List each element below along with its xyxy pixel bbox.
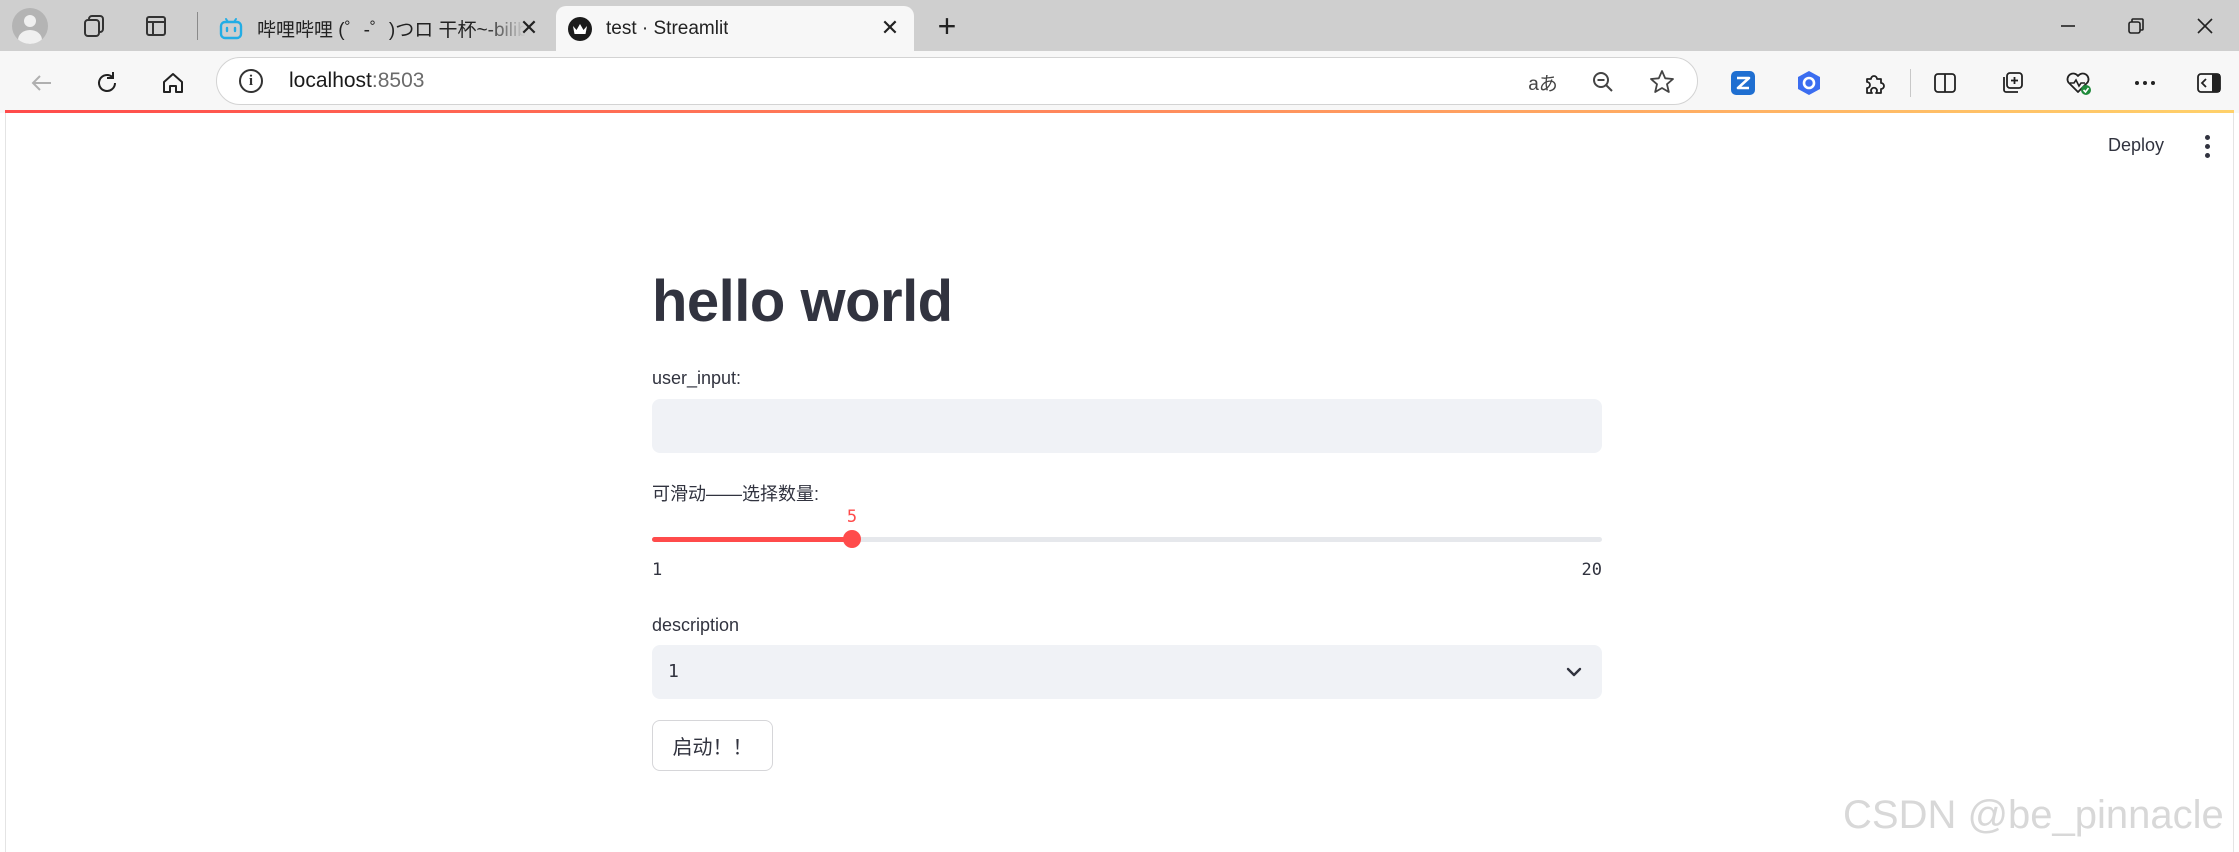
streamlit-icon [568, 16, 592, 41]
zotero-icon [1731, 71, 1755, 95]
extension-hex-button[interactable] [1791, 65, 1827, 101]
close-icon [2197, 17, 2213, 34]
slider-fill [652, 537, 852, 542]
slider-track[interactable] [652, 537, 1602, 542]
vertical-tabs-button[interactable] [136, 8, 176, 44]
puzzle-icon [1866, 75, 1885, 94]
split-screen-icon [1934, 73, 1956, 93]
user-input-field[interactable] [652, 399, 1602, 453]
profile-avatar[interactable] [10, 8, 50, 44]
reload-button[interactable] [87, 63, 127, 103]
home-icon [163, 73, 183, 93]
navigation-toolbar: i localhost:8503 aあ [0, 51, 2239, 113]
tab-streamlit[interactable]: test · Streamlit ✕ [556, 6, 914, 51]
deploy-button[interactable]: Deploy [2108, 135, 2164, 156]
settings-more-button[interactable] [2127, 65, 2163, 101]
site-info-icon[interactable]: i [239, 69, 263, 93]
start-button[interactable]: 启动！！ [652, 720, 773, 771]
url-port: :8503 [371, 69, 425, 92]
restore-icon [2128, 17, 2144, 34]
workspaces-button[interactable] [74, 8, 114, 44]
minimize-icon [2061, 24, 2075, 27]
collections-icon [2003, 72, 2023, 93]
extension-z-button[interactable] [1725, 65, 1761, 101]
slider-min-label: 1 [652, 560, 663, 580]
home-button[interactable] [153, 63, 193, 103]
text-input-label: user_input: [652, 368, 742, 388]
collections-button[interactable] [1994, 65, 2030, 101]
page-viewport: Deploy hello world user_input: 可滑动——选择数量… [5, 113, 2234, 852]
toolbar-separator [1910, 69, 1911, 97]
back-button[interactable] [22, 63, 62, 103]
sidebar-icon [2197, 73, 2221, 93]
main-menu-icon[interactable] [2197, 131, 2217, 161]
new-tab-button[interactable]: + [930, 10, 964, 44]
chevron-down-icon [1566, 667, 1582, 677]
close-window-button[interactable] [2171, 0, 2239, 51]
select-label: description [652, 615, 740, 635]
bilibili-icon [219, 17, 243, 41]
workspaces-icon [84, 15, 104, 37]
minimize-button[interactable] [2034, 0, 2102, 51]
favorite-star-icon[interactable] [1646, 66, 1678, 98]
description-select[interactable]: 1 [652, 645, 1602, 699]
avatar-icon [12, 8, 48, 44]
slider-max-label: 20 [1581, 560, 1602, 580]
restore-button[interactable] [2102, 0, 2170, 51]
select-value: 1 [668, 661, 679, 682]
tab-title: test · Streamlit [606, 17, 729, 39]
sidebar-toggle-button[interactable] [2191, 65, 2227, 101]
page-title: hello world [652, 269, 953, 334]
slider-value: 5 [846, 507, 858, 527]
address-bar[interactable]: i localhost:8503 aあ [216, 57, 1698, 105]
tab-title: 哔哩哔哩 (゜-゜)つロ 干杯~-bilibili [257, 20, 525, 41]
tab-separator [197, 12, 198, 40]
slider-label: 可滑动——选择数量: [652, 484, 820, 504]
url-host: localhost [289, 69, 372, 92]
slider-thumb[interactable] [843, 530, 861, 548]
more-horizontal-icon [2135, 81, 2155, 85]
read-aloud-icon[interactable]: aあ [1527, 66, 1559, 98]
browser-essentials-button[interactable] [2060, 65, 2096, 101]
vertical-tabs-icon [146, 16, 166, 36]
close-tab-icon[interactable]: ✕ [878, 16, 902, 40]
zoom-out-icon[interactable] [1587, 66, 1619, 98]
hexagon-extension-icon [1798, 71, 1820, 95]
reload-icon [98, 72, 116, 92]
url-text: localhost:8503 [289, 69, 424, 93]
split-screen-button[interactable] [1927, 65, 1963, 101]
tab-bilibili[interactable]: 哔哩哔哩 (゜-゜)つロ 干杯~-bilibili ✕ [207, 6, 553, 51]
close-tab-icon[interactable]: ✕ [517, 16, 541, 40]
heart-pulse-icon [2066, 72, 2091, 95]
arrow-left-icon [31, 75, 51, 91]
tab-strip: 哔哩哔哩 (゜-゜)つロ 干杯~-bilibili ✕ test · Strea… [0, 0, 2239, 51]
extensions-button[interactable] [1857, 65, 1893, 101]
csdn-watermark: CSDN @be_pinnacle [1843, 793, 2224, 837]
